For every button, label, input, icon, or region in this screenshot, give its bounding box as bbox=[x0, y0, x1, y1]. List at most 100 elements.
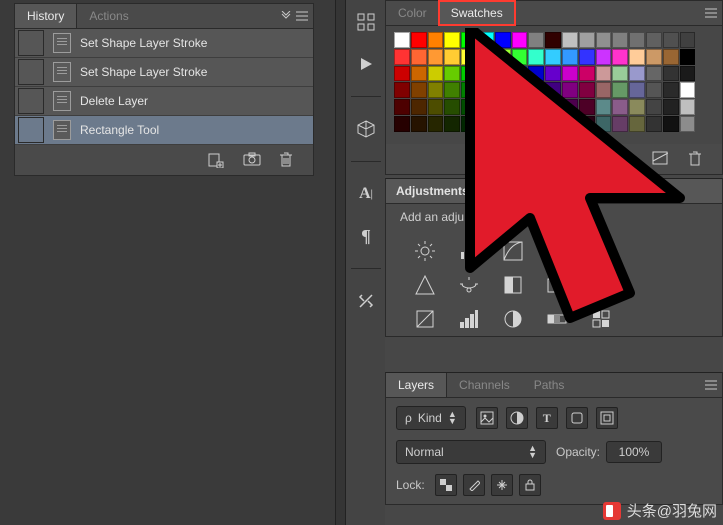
tab-color[interactable]: Color bbox=[386, 1, 439, 25]
swatch[interactable] bbox=[528, 49, 544, 65]
swatch[interactable] bbox=[495, 116, 511, 132]
tools-icon[interactable] bbox=[354, 289, 378, 313]
panel-menu-icon[interactable] bbox=[295, 9, 309, 23]
swatch[interactable] bbox=[428, 49, 444, 65]
swatch[interactable] bbox=[612, 82, 628, 98]
swatch[interactable] bbox=[461, 49, 477, 65]
swatch[interactable] bbox=[411, 116, 427, 132]
swatch[interactable] bbox=[478, 49, 494, 65]
curves-icon[interactable] bbox=[502, 240, 524, 262]
paragraph-icon[interactable]: ¶ bbox=[354, 224, 378, 248]
swatch[interactable] bbox=[411, 66, 427, 82]
channel-mixer-icon[interactable] bbox=[590, 274, 612, 296]
swatch[interactable] bbox=[528, 99, 544, 115]
swatch[interactable] bbox=[461, 82, 477, 98]
swatch[interactable] bbox=[612, 66, 628, 82]
swatch[interactable] bbox=[579, 116, 595, 132]
swatch[interactable] bbox=[428, 82, 444, 98]
swatch[interactable] bbox=[528, 82, 544, 98]
swatch[interactable] bbox=[528, 116, 544, 132]
swatch[interactable] bbox=[596, 116, 612, 132]
panel-menu-icon[interactable] bbox=[704, 378, 718, 392]
swatch[interactable] bbox=[428, 32, 444, 48]
swatch[interactable] bbox=[562, 116, 578, 132]
levels-icon[interactable] bbox=[458, 240, 480, 262]
history-item[interactable]: Set Shape Layer Stroke bbox=[15, 29, 313, 58]
swatch[interactable] bbox=[512, 32, 528, 48]
swatch[interactable] bbox=[512, 49, 528, 65]
swatch[interactable] bbox=[562, 49, 578, 65]
swatch[interactable] bbox=[545, 99, 561, 115]
swatch[interactable] bbox=[478, 32, 494, 48]
panel-menu-icon[interactable] bbox=[704, 6, 718, 20]
swatch[interactable] bbox=[528, 32, 544, 48]
brightness-icon[interactable] bbox=[414, 240, 436, 262]
swatch[interactable] bbox=[495, 99, 511, 115]
swatch[interactable] bbox=[394, 116, 410, 132]
swatch[interactable] bbox=[512, 99, 528, 115]
history-item[interactable]: Rectangle Tool bbox=[15, 116, 313, 145]
collapse-icon[interactable] bbox=[279, 9, 293, 23]
filter-adjustment-icon[interactable] bbox=[506, 407, 528, 429]
swatch[interactable] bbox=[579, 82, 595, 98]
lock-position-icon[interactable] bbox=[491, 474, 513, 496]
tab-swatches[interactable]: Swatches bbox=[439, 1, 515, 25]
tab-paths[interactable]: Paths bbox=[522, 373, 577, 397]
3d-icon[interactable] bbox=[354, 117, 378, 141]
swatch[interactable] bbox=[646, 32, 662, 48]
swatch[interactable] bbox=[629, 49, 645, 65]
tab-history[interactable]: History bbox=[15, 4, 77, 28]
swatch[interactable] bbox=[394, 99, 410, 115]
filter-smart-icon[interactable] bbox=[596, 407, 618, 429]
lock-all-icon[interactable] bbox=[519, 474, 541, 496]
swatch[interactable] bbox=[478, 99, 494, 115]
swatch[interactable] bbox=[680, 99, 696, 115]
swatch[interactable] bbox=[612, 49, 628, 65]
swatch[interactable] bbox=[663, 66, 679, 82]
swatch[interactable] bbox=[646, 99, 662, 115]
swatch[interactable] bbox=[629, 32, 645, 48]
swatch[interactable] bbox=[579, 32, 595, 48]
layer-kind-filter[interactable]: ρ Kind ▲▼ bbox=[396, 406, 466, 430]
swatch[interactable] bbox=[646, 116, 662, 132]
swatch[interactable] bbox=[579, 66, 595, 82]
swatch[interactable] bbox=[444, 32, 460, 48]
filter-pixel-icon[interactable] bbox=[476, 407, 498, 429]
swatch[interactable] bbox=[411, 82, 427, 98]
opacity-field[interactable]: 100% bbox=[606, 441, 662, 463]
swatch[interactable] bbox=[663, 32, 679, 48]
swatch[interactable] bbox=[629, 116, 645, 132]
swatch[interactable] bbox=[663, 116, 679, 132]
photo-filter-icon[interactable] bbox=[546, 274, 568, 296]
tab-actions[interactable]: Actions bbox=[77, 4, 140, 28]
swatch[interactable] bbox=[428, 99, 444, 115]
swatch[interactable] bbox=[545, 66, 561, 82]
create-document-icon[interactable] bbox=[207, 152, 225, 168]
swatch[interactable] bbox=[495, 49, 511, 65]
history-visibility-toggle[interactable] bbox=[18, 117, 44, 143]
history-item[interactable]: Set Shape Layer Stroke bbox=[15, 58, 313, 87]
trash-icon[interactable] bbox=[279, 152, 297, 168]
history-visibility-toggle[interactable] bbox=[18, 30, 44, 56]
color-balance-icon[interactable] bbox=[458, 274, 480, 296]
swatch[interactable] bbox=[461, 66, 477, 82]
swatch[interactable] bbox=[495, 32, 511, 48]
swatch[interactable] bbox=[411, 49, 427, 65]
swatch[interactable] bbox=[461, 99, 477, 115]
swatch[interactable] bbox=[528, 66, 544, 82]
swatch[interactable] bbox=[512, 116, 528, 132]
swatch[interactable] bbox=[680, 116, 696, 132]
swatch[interactable] bbox=[579, 99, 595, 115]
swatch[interactable] bbox=[596, 66, 612, 82]
tab-layers[interactable]: Layers bbox=[386, 373, 447, 397]
swatch[interactable] bbox=[680, 32, 696, 48]
gradient-map-icon[interactable] bbox=[546, 308, 568, 330]
swatch[interactable] bbox=[612, 116, 628, 132]
swatch[interactable] bbox=[512, 66, 528, 82]
swatch[interactable] bbox=[596, 82, 612, 98]
swatch[interactable] bbox=[680, 66, 696, 82]
swatch[interactable] bbox=[562, 82, 578, 98]
history-visibility-toggle[interactable] bbox=[18, 59, 44, 85]
swatch[interactable] bbox=[646, 82, 662, 98]
swatch[interactable] bbox=[478, 82, 494, 98]
